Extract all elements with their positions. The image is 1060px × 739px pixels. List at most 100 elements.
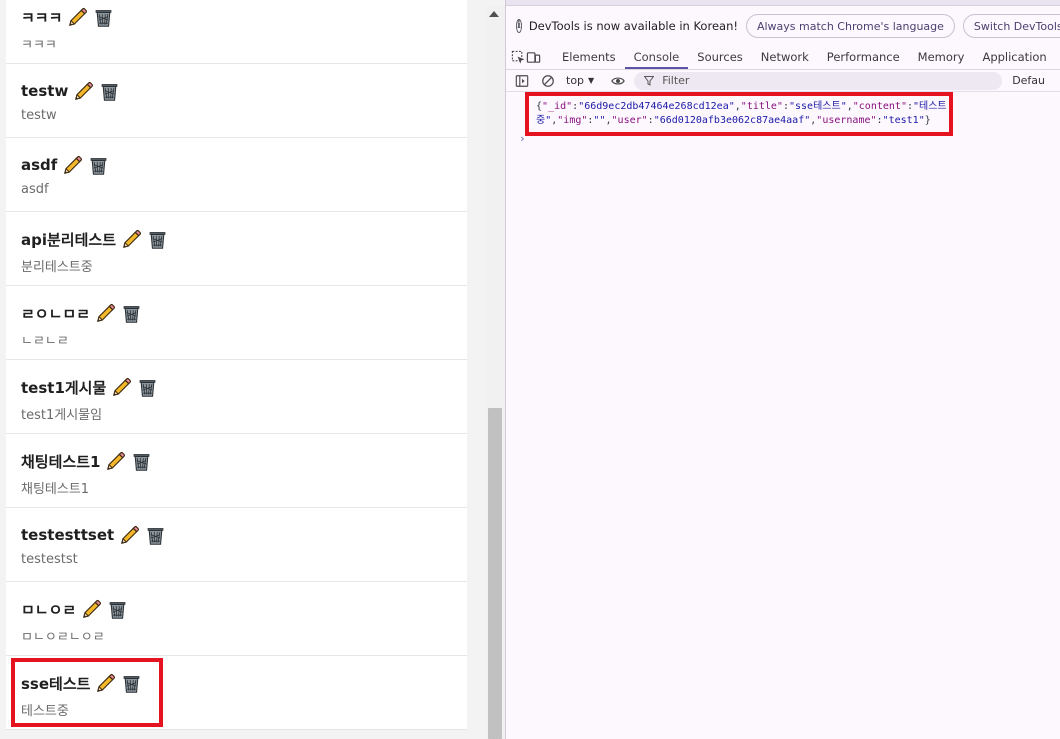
tab-console[interactable]: Console [624,45,689,69]
post-content: testestst [21,552,78,567]
trash-delete-icon[interactable] [99,81,120,102]
log-key: title [746,101,777,112]
post-content: ㅁㄴㅇㄹㄴㅇㄹ [21,630,105,645]
post-list: ㅋㅋㅋ ㅋㅋㅋ testw testw asdf asdf api분리테스트 분리테스트중 ㄹㅇ… [6,0,467,730]
post-list-item[interactable]: ㅋㅋㅋ ㅋㅋㅋ [6,0,467,64]
post-content: testw [21,108,57,123]
pencil-edit-icon[interactable] [105,451,126,472]
filter-icon [644,75,655,86]
log-key: content [858,101,901,112]
log-key: img [563,115,582,126]
post-title[interactable]: testw [21,82,68,100]
log-value: test1 [888,115,919,126]
tab-secu[interactable]: Secu [1056,45,1060,69]
pencil-edit-icon[interactable] [67,7,88,28]
post-title-row: asdf [21,153,109,177]
inspect-element-icon[interactable] [511,45,526,69]
post-list-item[interactable]: asdf asdf [6,138,467,212]
pencil-edit-icon[interactable] [119,525,140,546]
trash-delete-icon[interactable] [137,377,158,398]
filter-input[interactable] [662,74,983,87]
tab-list: Elements Console Sources Network Performance… [553,45,1060,69]
page-scrollbar[interactable] [485,6,505,739]
pencil-edit-icon[interactable] [95,303,116,324]
trash-delete-icon[interactable] [131,451,152,472]
info-icon: i [516,19,522,33]
pencil-edit-icon[interactable] [111,377,132,398]
context-selector[interactable]: top ▼ [566,74,594,87]
trash-delete-icon[interactable] [121,303,142,324]
post-list-item[interactable]: testw testw [6,64,467,138]
post-content: 채팅테스트1 [21,482,90,497]
post-title-row: test1게시물 [21,375,158,399]
console-prompt[interactable]: › [519,132,526,145]
post-content: test1게시물임 [21,408,103,423]
post-title-row: ㅋㅋㅋ [21,5,114,29]
post-list-item[interactable]: ㅁㄴㅇㄹㅁㄴㅇㄹㄴㅇㄹ [6,582,467,656]
highlight-box-log: {"_id":"66d9ec2db47464e268cd12ea","title… [525,92,953,136]
post-title[interactable]: ㅁㄴㅇㄹ [21,599,76,620]
pencil-edit-icon[interactable] [62,155,83,176]
log-levels-dropdown[interactable]: Defau [1012,74,1045,87]
post-title[interactable]: api분리테스트 [21,229,116,250]
devtools-top-edge [506,0,1060,6]
post-title-row: ㅁㄴㅇㄹ [21,597,128,621]
live-expression-eye-icon[interactable] [608,71,628,91]
pencil-edit-icon[interactable] [81,599,102,620]
post-title-row: ㄹㅇㄴㅁㄹ [21,301,142,325]
post-content: 분리테스트중 [21,260,93,275]
post-list-item[interactable]: test1게시물 test1게시물임 [6,360,467,434]
post-list-item[interactable]: ㄹㅇㄴㅁㄹ ㄴㄹㄴㄹ [6,286,467,360]
trash-delete-icon[interactable] [107,599,128,620]
post-list-item[interactable]: api분리테스트분리테스트중 [6,212,467,286]
trash-delete-icon[interactable] [88,155,109,176]
post-list-item[interactable]: 채팅테스트1 채팅테스트1 [6,434,467,508]
devtools-tabbar: Elements Console Sources Network Performance… [506,45,1060,70]
trash-delete-icon[interactable] [93,7,114,28]
log-key: user [617,115,642,126]
log-key: _id [548,101,567,112]
tab-network[interactable]: Network [752,45,818,69]
post-content: ㄴㄹㄴㄹ [21,334,69,349]
filter-box[interactable] [634,71,1003,90]
tab-performance[interactable]: Performance [818,45,909,69]
post-title[interactable]: test1게시물 [21,377,106,398]
post-title-row: testw [21,79,120,103]
webpage-pane: ㅋㅋㅋ ㅋㅋㅋ testw testw asdf asdf api분리테스트 분리테스트중 ㄹㅇ… [0,0,505,739]
scroll-up-arrow-icon[interactable] [489,11,499,17]
post-title-row: 채팅테스트1 [21,449,152,473]
post-title[interactable]: ㅋㅋㅋ [21,7,62,28]
log-key: username [822,115,871,126]
post-list-item[interactable]: testesttset testestst [6,508,467,582]
switch-language-button[interactable]: Switch DevTools to Korean [962,14,1060,38]
post-title[interactable]: 채팅테스트1 [21,451,100,472]
language-infobar: i DevTools is now available in Korean! A… [506,7,1060,45]
chevron-down-icon: ▼ [588,76,595,85]
console-toolbar: top ▼ Defau [506,70,1060,92]
post-title[interactable]: asdf [21,156,57,174]
post-content: ㅋㅋㅋ [21,38,57,53]
trash-delete-icon[interactable] [145,525,166,546]
match-language-button[interactable]: Always match Chrome's language [745,14,955,38]
tab-memory[interactable]: Memory [909,45,974,69]
post-title[interactable]: testesttset [21,526,114,544]
trash-delete-icon[interactable] [147,229,168,250]
device-toolbar-icon[interactable] [526,45,541,69]
post-title[interactable]: ㄹㅇㄴㅁㄹ [21,303,90,324]
scroll-thumb[interactable] [488,408,502,739]
pencil-edit-icon[interactable] [73,81,94,102]
context-label: top [566,74,585,87]
log-value: sse테스트 [795,101,841,112]
post-content: asdf [21,182,49,197]
pencil-edit-icon[interactable] [121,229,142,250]
infobar-text: DevTools is now available in Korean! [528,19,738,33]
devtools-panel: i DevTools is now available in Korean! A… [505,0,1060,739]
tab-elements[interactable]: Elements [553,45,625,69]
clear-console-icon[interactable] [538,71,558,91]
console-log-message[interactable]: {"_id":"66d9ec2db47464e268cd12ea","title… [536,100,948,128]
log-value: 66d0120afb3e062c87ae4aaf [659,115,805,126]
post-title-row: api분리테스트 [21,227,168,251]
tab-sources[interactable]: Sources [688,45,752,69]
sidebar-toggle-icon[interactable] [512,71,532,91]
tab-application[interactable]: Application [973,45,1055,69]
